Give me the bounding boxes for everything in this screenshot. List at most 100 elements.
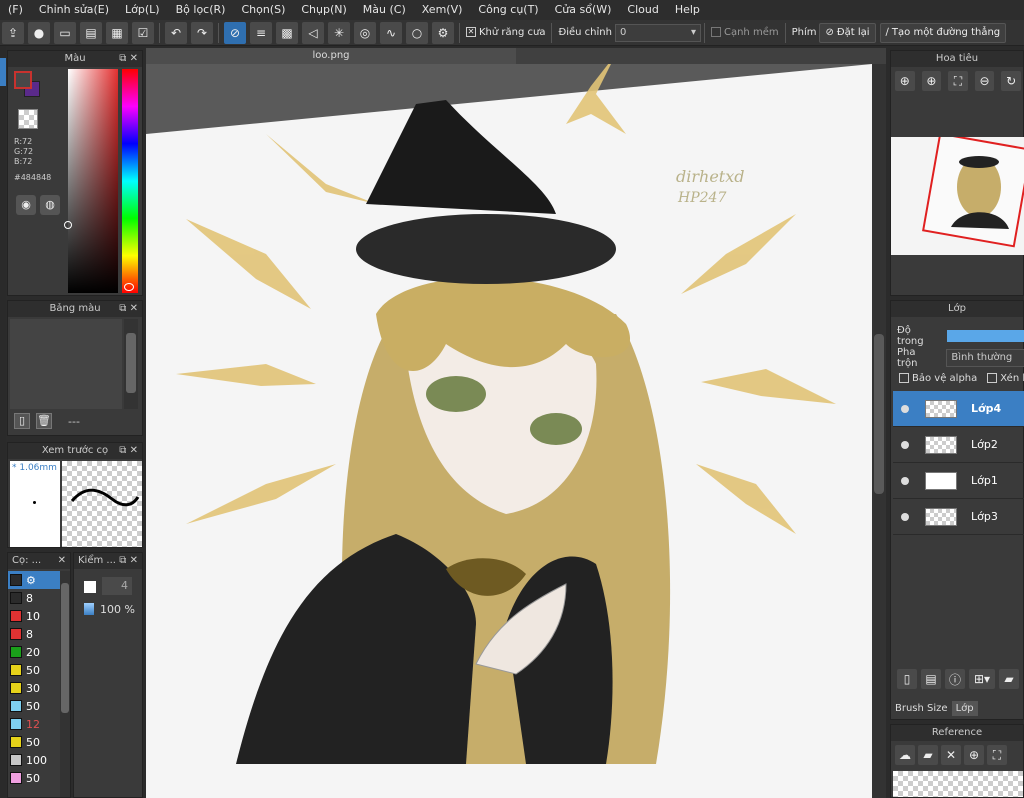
- menu-capture[interactable]: Chụp(N): [293, 0, 354, 20]
- perspective-snap-icon[interactable]: ◁: [302, 21, 324, 44]
- visibility-icon[interactable]: [901, 512, 909, 521]
- canvas-scrollbar[interactable]: [872, 64, 886, 798]
- close-icon[interactable]: ✕: [941, 745, 961, 765]
- layer-row[interactable]: Lớp1: [893, 463, 1024, 499]
- brush-item[interactable]: 30: [8, 679, 60, 697]
- palette-scrollbar[interactable]: [124, 319, 138, 409]
- new-page-icon[interactable]: ▯: [14, 413, 30, 429]
- brush-item[interactable]: 8: [8, 625, 60, 643]
- open-folder-icon[interactable]: ▰: [918, 745, 938, 765]
- protect-alpha-checkbox[interactable]: Bảo vệ alpha: [899, 373, 977, 384]
- fit-icon[interactable]: ⛶: [987, 745, 1007, 765]
- add-layer-dropdown-icon[interactable]: ⊞▾: [969, 669, 995, 689]
- menu-select[interactable]: Chọn(S): [233, 0, 293, 20]
- trash-icon[interactable]: 🗑: [36, 413, 52, 429]
- size-field[interactable]: 4: [102, 577, 132, 595]
- menu-tools[interactable]: Công cụ(T): [470, 0, 546, 20]
- transparent-color-swatch[interactable]: [18, 109, 38, 129]
- reference-image-area[interactable]: [893, 771, 1023, 797]
- hue-slider[interactable]: [122, 69, 138, 293]
- checklist-icon[interactable]: ☑: [132, 21, 154, 44]
- visibility-icon[interactable]: [901, 476, 909, 485]
- layer-row[interactable]: Lớp4: [893, 391, 1024, 427]
- scrollbar-thumb[interactable]: [61, 583, 69, 713]
- document-icon[interactable]: ▤: [80, 21, 102, 44]
- canvas-area[interactable]: dirhetxd HP247: [146, 64, 872, 798]
- reset-button[interactable]: ⊘ Đặt lại: [819, 22, 876, 43]
- menu-layer[interactable]: Lớp(L): [117, 0, 168, 20]
- speech-bubble-icon[interactable]: ●: [28, 21, 50, 44]
- cloud-upload-icon[interactable]: ☁: [895, 745, 915, 765]
- foreground-color-swatch[interactable]: [14, 71, 32, 89]
- white-swatch[interactable]: [84, 581, 96, 593]
- no-snap-icon[interactable]: ⊘: [224, 21, 246, 44]
- saturation-value-picker[interactable]: [64, 69, 118, 293]
- layer-row[interactable]: Lớp3: [893, 499, 1024, 535]
- visibility-icon[interactable]: [901, 440, 909, 449]
- brush-list-scrollbar[interactable]: [60, 571, 70, 797]
- redo-icon[interactable]: ↷: [191, 21, 213, 44]
- new-layer-icon[interactable]: ▯: [897, 669, 917, 689]
- document-tab[interactable]: loo.png: [146, 48, 516, 64]
- palette-icon[interactable]: ◉: [16, 195, 36, 215]
- blend-select[interactable]: Bình thường: [946, 349, 1024, 367]
- fit-icon[interactable]: ⛶: [948, 71, 968, 91]
- menu-color[interactable]: Màu (C): [355, 0, 414, 20]
- zoom-out-icon[interactable]: ⊖: [974, 71, 995, 91]
- clipping-checkbox[interactable]: Xén bơ: [987, 373, 1024, 384]
- menu-window[interactable]: Cửa sổ(W): [547, 0, 620, 20]
- comment-icon[interactable]: ▭: [54, 21, 76, 44]
- duplicate-layer-icon[interactable]: ▤: [921, 669, 941, 689]
- tab-brush-size[interactable]: Brush Size: [891, 701, 952, 716]
- brush-item[interactable]: 50: [8, 769, 60, 787]
- picker-cursor[interactable]: [64, 221, 72, 229]
- menu-help[interactable]: Help: [667, 0, 708, 20]
- color-swatches[interactable]: [14, 71, 42, 97]
- brush-item[interactable]: 50: [8, 697, 60, 715]
- opacity-swatch[interactable]: [84, 603, 94, 615]
- rotate-icon[interactable]: ↻: [1001, 71, 1021, 91]
- hue-cursor[interactable]: [124, 283, 134, 291]
- menu-filter[interactable]: Bộ lọc(R): [168, 0, 234, 20]
- brush-item[interactable]: 8: [8, 589, 60, 607]
- adjust-select[interactable]: 0 ▾: [614, 23, 701, 42]
- brush-item[interactable]: 100: [8, 751, 60, 769]
- scrollbar-thumb[interactable]: [874, 334, 884, 494]
- menu-cloud[interactable]: Cloud: [619, 0, 666, 20]
- palette-settings-icon[interactable]: ◍: [40, 195, 60, 215]
- zoom-in-icon[interactable]: ⊕: [895, 71, 915, 91]
- layer-info-icon[interactable]: ⓘ: [945, 669, 965, 689]
- canvas-artwork[interactable]: dirhetxd HP247: [146, 64, 872, 798]
- curve-snap-icon[interactable]: ∿: [380, 21, 402, 44]
- folder-icon[interactable]: ▰: [999, 669, 1019, 689]
- circle-snap-icon[interactable]: ○: [406, 21, 428, 44]
- brush-item[interactable]: 12: [8, 715, 60, 733]
- visibility-icon[interactable]: [901, 404, 909, 413]
- export-icon[interactable]: ⇪: [2, 21, 24, 44]
- menu-edit[interactable]: Chỉnh sửa(E): [31, 0, 117, 20]
- settings-icon[interactable]: ⚙: [432, 21, 454, 44]
- soft-edge-checkbox[interactable]: Cạnh mềm: [710, 27, 779, 38]
- grid-list-icon[interactable]: ▦: [106, 21, 128, 44]
- brush-item[interactable]: 50: [8, 661, 60, 679]
- brush-item[interactable]: ⚙: [8, 571, 60, 589]
- radial-snap-icon[interactable]: ✳: [328, 21, 350, 44]
- palette-area[interactable]: [10, 319, 122, 409]
- navigator-thumbnail[interactable]: [891, 132, 1024, 255]
- menu-view[interactable]: Xem(V): [414, 0, 471, 20]
- parallel-snap-icon[interactable]: ≡: [250, 21, 272, 44]
- zoom-in-alt-icon[interactable]: ⊕: [921, 71, 942, 91]
- tab-layer[interactable]: Lớp: [951, 700, 978, 716]
- straight-line-button[interactable]: ∕ Tạo một đường thẳng: [879, 22, 1007, 43]
- grid-snap-icon[interactable]: ▩: [276, 21, 298, 44]
- concentric-snap-icon[interactable]: ◎: [354, 21, 376, 44]
- antialias-checkbox[interactable]: ✕ Khử răng cưa: [466, 27, 545, 38]
- scrollbar-thumb[interactable]: [126, 333, 136, 393]
- zoom-in-icon[interactable]: ⊕: [964, 745, 984, 765]
- brush-item[interactable]: 10: [8, 607, 60, 625]
- layer-row[interactable]: Lớp2: [893, 427, 1024, 463]
- opacity-slider[interactable]: [947, 330, 1024, 342]
- undo-icon[interactable]: ↶: [165, 21, 187, 44]
- menu-file[interactable]: (F): [0, 0, 31, 20]
- brush-item[interactable]: 20: [8, 643, 60, 661]
